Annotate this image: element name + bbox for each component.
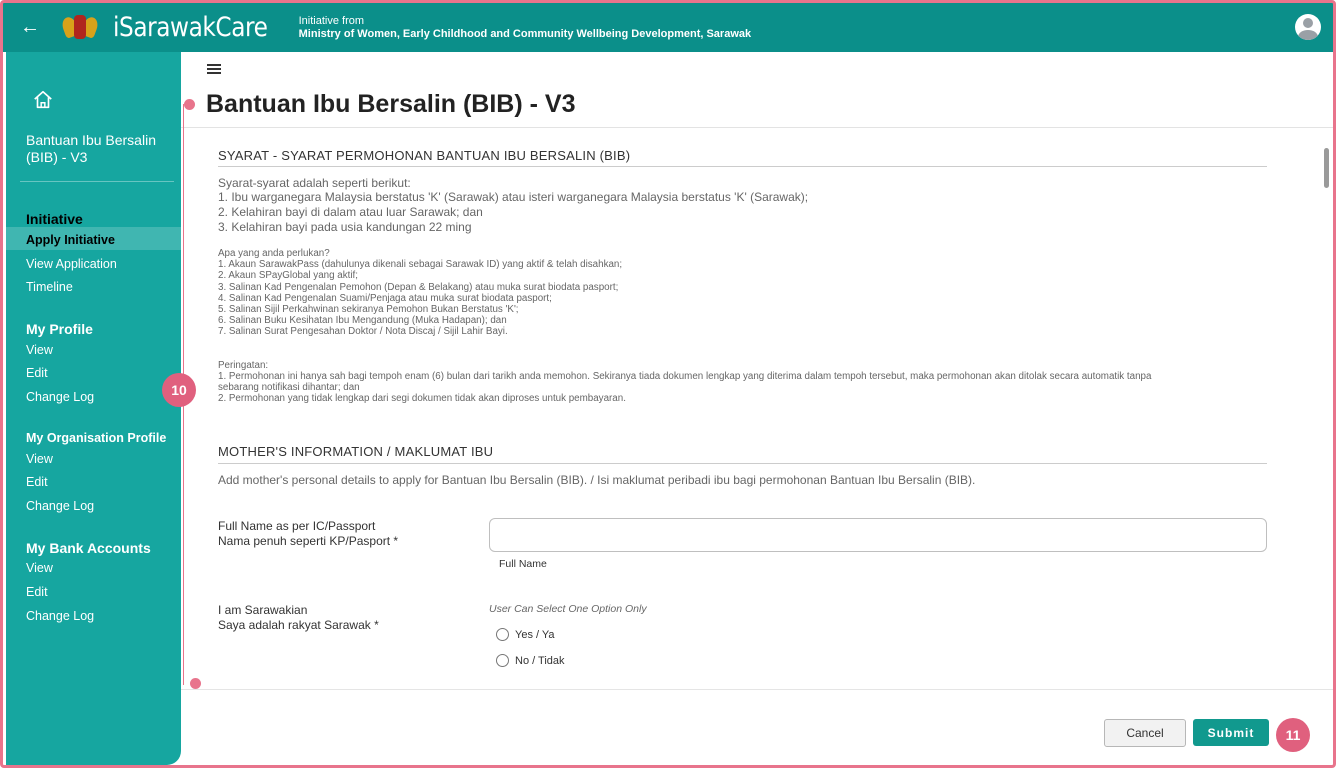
submit-button[interactable]: Submit <box>1193 719 1269 746</box>
ministry-name: Ministry of Women, Early Childhood and C… <box>298 27 752 40</box>
sidebar-item-profile-edit[interactable]: Edit <box>26 366 48 380</box>
sidebar-initiative-title: Bantuan Ibu Bersalin (BIB) - V3 <box>26 132 156 165</box>
sidebar: Bantuan Ibu Bersalin (BIB) - V3 <box>6 52 181 765</box>
requirements-intro: Syarat-syarat adalah seperti berikut: <box>218 176 411 190</box>
radio-button[interactable] <box>496 628 509 641</box>
footer-divider <box>181 689 1333 690</box>
warning-item: 2. Permohonan yang tidak lengkap dari se… <box>218 393 626 404</box>
mother-info-divider <box>218 463 1267 464</box>
mother-info-heading: MOTHER'S INFORMATION / MAKLUMAT IBU <box>218 444 494 459</box>
back-arrow-icon[interactable]: ← <box>13 16 47 39</box>
needs-item: 6. Salinan Buku Kesihatan Ibu Mengandung… <box>218 315 507 326</box>
needs-item: 7. Salinan Surat Pengesahan Doktor / Not… <box>218 326 508 337</box>
full-name-label-ms: Nama penuh seperti KP/Pasport * <box>218 534 399 548</box>
sarawak-crest-logo <box>60 13 100 43</box>
sidebar-section-my-organisation-profile: My Organisation Profile <box>26 431 167 445</box>
radio-label-yes: Yes / Ya <box>515 628 555 641</box>
title-divider <box>181 127 1333 128</box>
sidebar-item-bank-view[interactable]: View <box>26 561 53 575</box>
sarawakian-label-en: I am Sarawakian <box>218 603 308 617</box>
requirements-heading: SYARAT - SYARAT PERMOHONAN BANTUAN IBU B… <box>218 148 631 163</box>
full-name-hint: Full Name <box>499 558 547 570</box>
home-icon[interactable] <box>32 89 54 111</box>
user-avatar-icon[interactable] <box>1295 14 1321 40</box>
sidebar-item-org-change-log[interactable]: Change Log <box>26 499 94 513</box>
sidebar-section-initiative: Initiative <box>26 211 83 227</box>
needs-item: 3. Salinan Kad Pengenalan Pemohon (Depan… <box>218 282 619 293</box>
sidebar-item-org-view[interactable]: View <box>26 452 53 466</box>
full-name-input[interactable] <box>489 518 1267 552</box>
sarawakian-label-ms: Saya adalah rakyat Sarawak * <box>218 618 379 632</box>
condition-item: 1. Ibu warganegara Malaysia berstatus 'K… <box>218 190 809 204</box>
content-scrollbar[interactable] <box>1321 136 1331 686</box>
sidebar-section-my-bank-accounts: My Bank Accounts <box>26 540 151 556</box>
sidebar-item-bank-edit[interactable]: Edit <box>26 585 48 599</box>
condition-item: 3. Kelahiran bayi pada usia kandungan 22… <box>218 220 472 234</box>
warning-intro: Peringatan: <box>218 360 269 371</box>
needs-intro: Apa yang anda perlukan? <box>218 248 330 259</box>
sidebar-item-view-application[interactable]: View Application <box>26 257 117 271</box>
sidebar-item-bank-change-log[interactable]: Change Log <box>26 609 94 623</box>
hamburger-menu-icon[interactable] <box>207 64 221 74</box>
full-name-label: Full Name as per IC/Passport Nama penuh … <box>218 519 398 549</box>
needs-item: 5. Salinan Sijil Perkahwinan sekiranya P… <box>218 304 519 315</box>
sidebar-section-my-profile: My Profile <box>26 321 93 337</box>
radio-option-no[interactable]: No / Tidak <box>496 654 565 667</box>
radio-option-yes[interactable]: Yes / Ya <box>496 628 555 641</box>
initiative-line-1: Initiative from <box>298 14 365 27</box>
radio-label-no: No / Tidak <box>515 654 565 667</box>
annotation-marker-10: 10 <box>162 373 196 407</box>
mother-info-description: Add mother's personal details to apply f… <box>218 473 976 487</box>
scrollbar-thumb[interactable] <box>1324 148 1329 188</box>
sarawakian-hint: User Can Select One Option Only <box>489 603 647 615</box>
requirements-divider <box>218 166 1267 167</box>
radio-button[interactable] <box>496 654 509 667</box>
needs-item: 2. Akaun SPayGlobal yang aktif; <box>218 270 358 281</box>
needs-item: 1. Akaun SarawakPass (dahulunya dikenali… <box>218 259 623 270</box>
sidebar-item-timeline[interactable]: Timeline <box>26 280 73 294</box>
sidebar-item-apply-initiative[interactable]: Apply Initiative <box>26 233 115 247</box>
top-bar: ← iSarawakCare Initiative from Ministry … <box>3 3 1333 52</box>
sidebar-item-profile-view[interactable]: View <box>26 343 53 357</box>
sidebar-divider <box>20 181 174 182</box>
page-title: Bantuan Ibu Bersalin (BIB) - V3 <box>206 90 576 118</box>
cancel-button[interactable]: Cancel <box>1104 719 1186 747</box>
warning-item: 1. Permohonan ini hanya sah bagi tempoh … <box>218 371 1152 382</box>
needs-item: 4. Salinan Kad Pengenalan Suami/Penjaga … <box>218 293 552 304</box>
full-name-label-en: Full Name as per IC/Passport <box>218 519 376 533</box>
brand-title: iSarawakCare <box>113 12 268 43</box>
sidebar-item-profile-change-log[interactable]: Change Log <box>26 390 94 404</box>
sarawakian-label: I am Sarawakian Saya adalah rakyat Saraw… <box>218 603 379 633</box>
condition-item: 2. Kelahiran bayi di dalam atau luar Sar… <box>218 205 483 219</box>
annotation-marker-11: 11 <box>1276 718 1310 752</box>
annotation-dot-bottom <box>190 678 201 689</box>
sidebar-item-org-edit[interactable]: Edit <box>26 475 48 489</box>
warning-item: sebarang notifikasi dihantar; dan <box>218 382 360 393</box>
annotation-dot-top <box>184 99 195 110</box>
initiative-text: Initiative from Ministry of Women, Early… <box>299 15 752 41</box>
